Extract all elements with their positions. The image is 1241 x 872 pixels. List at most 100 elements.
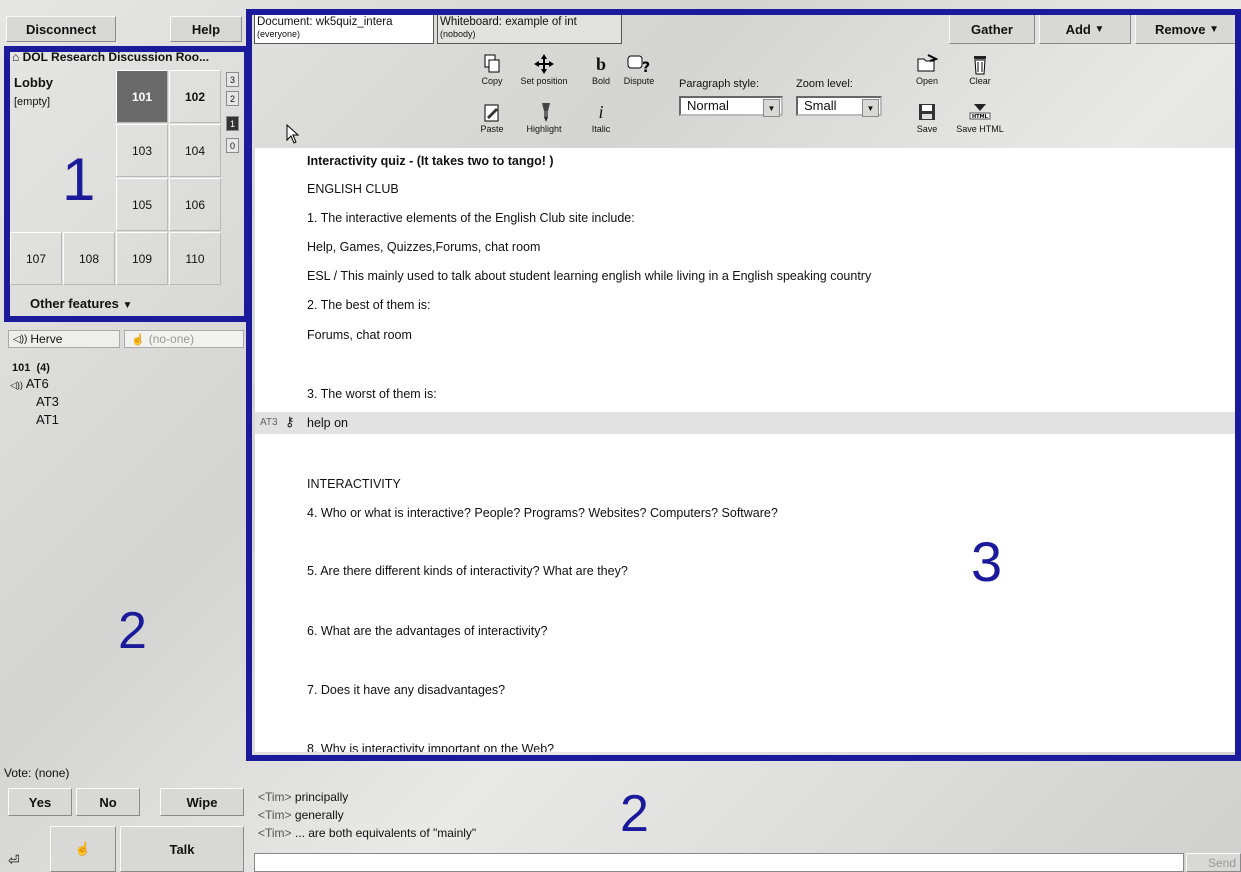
copy-icon (483, 52, 501, 76)
dispute-tool[interactable]: ? Dispute (618, 52, 660, 86)
room-104[interactable]: 104 (169, 124, 221, 177)
save-html-label: Save HTML (956, 124, 1004, 134)
tab-document[interactable]: Document: wk5quiz_intera (everyone) (254, 14, 434, 44)
tab-whiteboard[interactable]: Whiteboard: example of int (nobody) (437, 14, 622, 44)
room-user-count: 101 (4) (12, 362, 50, 374)
italic-tool[interactable]: i Italic (586, 100, 616, 135)
document-line: INTERACTIVITY (307, 477, 401, 491)
send-button[interactable]: Send (1186, 853, 1241, 872)
paragraph-style-select[interactable]: Normal ▼ (679, 96, 783, 117)
caret-down-icon: ▼ (1209, 23, 1220, 35)
document-line: 7. Does it have any disadvantages? (307, 683, 506, 697)
vote-status: Vote: (none) (4, 766, 70, 780)
document-line: 3. The worst of them is: (307, 387, 437, 401)
room-106[interactable]: 106 (169, 178, 221, 231)
editing-row-highlight[interactable]: AT3 ⚷ help on (255, 412, 1236, 434)
caret-down-icon: ▼ (122, 300, 133, 311)
chat-message: <Tim> principally (258, 788, 858, 806)
document-line: 6. What are the advantages of interactiv… (307, 624, 548, 638)
floor-3[interactable]: 3 (226, 72, 239, 87)
paste-tool[interactable]: Paste (476, 100, 508, 134)
html-export-icon: HTML (968, 100, 992, 124)
zoom-level-label: Zoom level: (796, 78, 853, 90)
chat-text: ... are both equivalents of "mainly" (294, 826, 477, 840)
copy-tool[interactable]: Copy (476, 52, 508, 86)
room-102[interactable]: 102 (169, 70, 221, 123)
clear-tool[interactable]: Clear (958, 52, 1002, 86)
no-button[interactable]: No (76, 788, 140, 816)
set-position-tool[interactable]: Set position (514, 52, 574, 86)
hand-queue-field[interactable]: ☝ (no-one) (124, 330, 244, 348)
caret-down-icon: ▼ (1094, 23, 1105, 35)
floor-2[interactable]: 2 (226, 91, 239, 106)
tab-document-title: Document: wk5quiz_intera (257, 16, 393, 28)
room-101[interactable]: 101 (116, 70, 168, 123)
lobby-label: Lobby (14, 75, 53, 90)
help-button[interactable]: Help (170, 16, 242, 42)
bold-tool[interactable]: b Bold (586, 52, 616, 87)
speaker-icon: ◁)) (13, 333, 28, 345)
bold-icon: b (595, 53, 606, 74)
lobby-cell[interactable]: Lobby [empty] (10, 69, 114, 123)
tab-document-access: (everyone) (257, 29, 301, 39)
room-108[interactable]: 108 (63, 232, 115, 285)
room-103[interactable]: 103 (116, 124, 168, 177)
disconnect-button[interactable]: Disconnect (6, 16, 116, 42)
save-html-tool[interactable]: HTML Save HTML (950, 100, 1010, 134)
save-label: Save (916, 124, 938, 134)
user-item[interactable]: ◁)) AT6 (10, 376, 59, 394)
user-item[interactable]: AT1 (10, 412, 59, 430)
add-button[interactable]: Add ▼ (1039, 14, 1131, 44)
document-editor[interactable]: Interactivity quiz - (It takes two to ta… (255, 148, 1236, 752)
speaker-field[interactable]: ◁)) Herve (8, 330, 120, 348)
room-109[interactable]: 109 (116, 232, 168, 285)
save-tool[interactable]: Save (912, 100, 942, 134)
wipe-button[interactable]: Wipe (160, 788, 244, 816)
document-line: help on (307, 416, 349, 430)
user-list: ◁)) AT6 AT3 AT1 (10, 376, 59, 430)
remove-button[interactable]: Remove ▼ (1135, 14, 1239, 44)
speaker-name: Herve (30, 332, 63, 346)
user-item[interactable]: AT3 (10, 394, 59, 412)
copy-label: Copy (481, 76, 503, 86)
room-107[interactable]: 107 (10, 232, 62, 285)
region-number-3: 3 (971, 530, 1003, 593)
dispute-label: Dispute (623, 76, 655, 86)
document-line: 1. The interactive elements of the Engli… (307, 211, 635, 225)
paste-icon (482, 100, 502, 124)
floor-1[interactable]: 1 (226, 116, 239, 131)
dispute-icon: ? (626, 52, 652, 76)
zoom-level-value: Small (804, 98, 837, 113)
chat-input[interactable] (254, 853, 1184, 872)
document-line: 4. Who or what is interactive? People? P… (307, 506, 778, 520)
add-label: Add (1065, 21, 1091, 37)
other-features-menu[interactable]: Other features ▼ (30, 296, 132, 311)
highlight-tool[interactable]: Highlight (514, 100, 574, 134)
user-name: AT6 (25, 376, 49, 391)
zoom-level-select[interactable]: Small ▼ (796, 96, 882, 117)
building-icon: ⌂ (12, 50, 20, 64)
gather-button[interactable]: Gather (949, 14, 1035, 44)
set-position-label: Set position (520, 76, 568, 86)
chat-message: <Tim> ... are both equivalents of "mainl… (258, 824, 858, 842)
raise-hand-button[interactable]: ☝ (50, 826, 116, 872)
highlight-label: Highlight (526, 124, 562, 134)
room-105[interactable]: 105 (116, 178, 168, 231)
chat-user: <Tim> (258, 808, 292, 822)
document-line: 2. The best of them is: (307, 298, 431, 312)
lock-key-icon: ⚷ (285, 414, 295, 429)
region-number-2-chat: 2 (620, 785, 649, 843)
folder-open-icon (916, 52, 938, 76)
talk-button[interactable]: Talk (120, 826, 244, 872)
yes-button[interactable]: Yes (8, 788, 72, 816)
lobby-empty: [empty] (14, 96, 51, 108)
open-tool[interactable]: Open (912, 52, 942, 86)
floor-0[interactable]: 0 (226, 138, 239, 153)
highlighter-icon (534, 100, 554, 124)
chat-message: <Tim> generally (258, 806, 858, 824)
remove-label: Remove (1154, 21, 1206, 37)
region-number-2-left: 2 (118, 602, 147, 660)
exit-icon[interactable]: ⏎ (8, 852, 20, 869)
mouse-cursor-icon (286, 123, 300, 147)
room-110[interactable]: 110 (169, 232, 221, 285)
